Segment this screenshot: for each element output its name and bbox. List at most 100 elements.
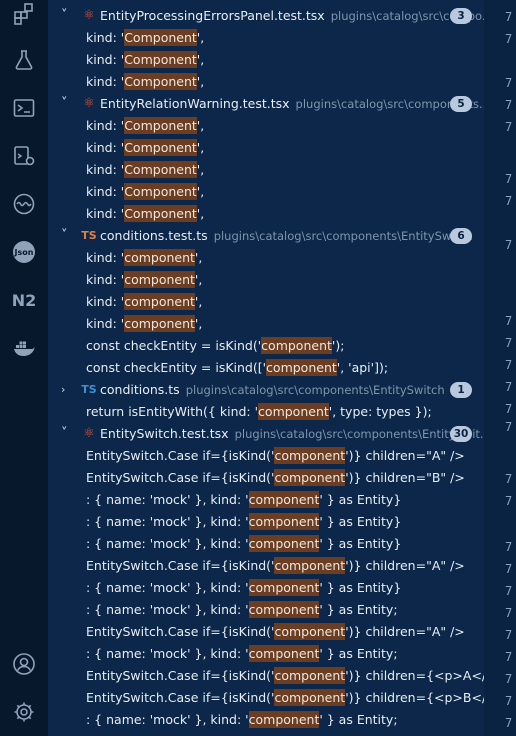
search-match-row[interactable]: kind: 'component', <box>48 247 484 269</box>
match-highlight: component <box>274 623 346 640</box>
match-highlight: Component <box>124 183 197 200</box>
search-match-row[interactable]: kind: 'component', <box>48 291 484 313</box>
search-match-row[interactable]: EntitySwitch.Case if={isKind('component'… <box>48 555 484 577</box>
n2-icon[interactable]: N2 <box>10 286 38 314</box>
remote-explorer-icon[interactable] <box>10 142 38 170</box>
search-match-row[interactable]: kind: 'Component', <box>48 27 484 49</box>
match-line: const checkEntity = isKind(['component',… <box>86 357 388 379</box>
terminal-icon[interactable] <box>10 94 38 122</box>
line-number: 7 <box>505 584 513 598</box>
react-file-icon: ⚛ <box>83 426 95 441</box>
file-name-text: EntityRelationWarning.test.tsx <box>100 96 290 111</box>
search-match-row[interactable]: : { name: 'mock' }, kind: 'component' } … <box>48 709 484 731</box>
line-number: 7 <box>505 562 513 576</box>
match-suffix: ' } as Entity} <box>319 580 402 595</box>
match-prefix: kind: ' <box>86 184 125 199</box>
search-match-row[interactable]: kind: 'Component', <box>48 203 484 225</box>
match-suffix: ', <box>196 118 205 133</box>
line-number: 7 <box>505 402 513 416</box>
chevron-down-icon[interactable]: ˅ <box>61 93 73 115</box>
match-suffix: ')} children="B" /> <box>345 470 465 485</box>
match-prefix: : { name: 'mock' }, kind: ' <box>86 712 249 727</box>
react-file-icon: ⚛ <box>83 96 95 111</box>
settings-gear-icon[interactable] <box>10 698 38 726</box>
line-number: 7 <box>505 194 513 208</box>
search-match-row[interactable]: : { name: 'mock' }, kind: 'component' } … <box>48 599 484 621</box>
search-match-row[interactable]: kind: 'Component', <box>48 181 484 203</box>
file-name-text: EntitySwitch.test.tsx <box>100 426 229 441</box>
match-prefix: kind: ' <box>86 52 125 67</box>
search-match-row[interactable]: EntitySwitch.Case if={isKind('component'… <box>48 687 484 709</box>
match-line: EntitySwitch.Case if={isKind('component'… <box>86 621 465 643</box>
match-line: : { name: 'mock' }, kind: 'component' } … <box>86 599 398 621</box>
search-match-row[interactable]: : { name: 'mock' }, kind: 'component' } … <box>48 643 484 665</box>
match-highlight: component <box>258 403 329 420</box>
line-number: 7 <box>505 98 513 112</box>
line-number: 7 <box>505 314 513 328</box>
search-file-row[interactable]: ˅ ⚛ EntitySwitch.test.tsx plugins\catalog\s… <box>48 423 484 445</box>
match-suffix: ', <box>196 206 205 221</box>
search-match-row[interactable]: const checkEntity = isKind('component'); <box>48 335 484 357</box>
search-match-row[interactable]: kind: 'Component', <box>48 71 484 93</box>
match-highlight: Component <box>124 73 197 90</box>
testing-flask-icon[interactable] <box>10 46 38 74</box>
search-file-row[interactable]: ˅ TS conditions.test.ts plugins\catalog\src… <box>48 225 484 247</box>
line-number: 7 <box>505 380 513 394</box>
match-highlight: Component <box>124 51 197 68</box>
match-prefix: EntitySwitch.Case if={isKind(' <box>86 448 275 463</box>
match-suffix: ' } as Entity; <box>319 602 398 617</box>
match-suffix: ' } as Entity; <box>319 646 398 661</box>
match-highlight: Component <box>124 117 197 134</box>
chevron-down-icon[interactable]: ˅ <box>61 423 73 445</box>
match-prefix: const checkEntity = isKind(' <box>86 338 262 353</box>
match-suffix: ', 'api']); <box>336 360 389 375</box>
extensions-icon[interactable] <box>10 0 38 28</box>
search-match-row[interactable]: : { name: 'mock' }, kind: 'component' } … <box>48 511 484 533</box>
search-match-row[interactable]: kind: 'Component', <box>48 49 484 71</box>
search-match-row[interactable]: : { name: 'mock' }, kind: 'component' } … <box>48 489 484 511</box>
match-prefix: : { name: 'mock' }, kind: ' <box>86 492 249 507</box>
search-match-row[interactable]: : { name: 'mock' }, kind: 'component' } … <box>48 577 484 599</box>
docker-icon[interactable] <box>10 334 38 362</box>
search-match-row[interactable]: EntitySwitch.Case if={isKind('component'… <box>48 467 484 489</box>
match-line: kind: 'Component', <box>86 115 204 137</box>
match-prefix: : { name: 'mock' }, kind: ' <box>86 646 249 661</box>
search-match-row[interactable]: EntitySwitch.Case if={isKind('component'… <box>48 445 484 467</box>
json-icon[interactable]: Json <box>10 238 38 266</box>
match-prefix: EntitySwitch.Case if={isKind(' <box>86 690 275 705</box>
match-suffix: ', <box>194 294 203 309</box>
search-match-row[interactable]: kind: 'Component', <box>48 159 484 181</box>
line-number: 7 <box>505 494 513 508</box>
match-highlight: component <box>124 315 195 332</box>
file-path: plugins\catalog\src\components\EntitySwi… <box>213 229 473 243</box>
search-match-row[interactable]: kind: 'Component', <box>48 115 484 137</box>
line-number: 7 <box>505 650 513 664</box>
search-file-row[interactable]: › TS conditions.ts plugins\catalog\src\comp… <box>48 379 484 401</box>
account-icon[interactable] <box>10 650 38 678</box>
chevron-down-icon[interactable]: ˅ <box>61 5 73 27</box>
search-file-row[interactable]: ˅ ⚛ EntityRelationWarning.test.tsx plugins\… <box>48 93 484 115</box>
match-line: const checkEntity = isKind('component'); <box>86 335 344 357</box>
match-prefix: kind: ' <box>86 140 125 155</box>
search-match-row[interactable]: kind: 'component', <box>48 313 484 335</box>
match-highlight: component <box>261 337 332 354</box>
line-number: 7 <box>505 606 513 620</box>
file-path: plugins\catalog\src\components\EntitySwi… <box>185 383 445 397</box>
search-match-row[interactable]: EntitySwitch.Case if={isKind('component'… <box>48 665 484 687</box>
search-match-row[interactable]: EntitySwitch.Case if={isKind('component'… <box>48 621 484 643</box>
search-match-row[interactable]: kind: 'Component', <box>48 137 484 159</box>
ports-wave-icon[interactable] <box>10 190 38 218</box>
search-match-row[interactable]: return isEntityWith({ kind: 'component',… <box>48 401 484 423</box>
search-match-row[interactable]: kind: 'component', <box>48 269 484 291</box>
match-suffix: ')} children={<p>B</p>} /> <box>345 690 484 705</box>
match-prefix: EntitySwitch.Case if={isKind(' <box>86 558 275 573</box>
search-file-row[interactable]: ˅ ⚛ EntityProcessingErrorsPanel.test.tsx pl… <box>48 5 484 27</box>
match-line: EntitySwitch.Case if={isKind('component'… <box>86 665 484 687</box>
search-match-row[interactable]: : { name: 'mock' }, kind: 'component' } … <box>48 533 484 555</box>
chevron-right-icon[interactable]: › <box>61 379 73 401</box>
match-suffix: ' } as Entity} <box>319 514 402 529</box>
search-match-row[interactable]: const checkEntity = isKind(['component',… <box>48 357 484 379</box>
chevron-down-icon[interactable]: ˅ <box>61 225 73 247</box>
match-line: kind: 'Component', <box>86 159 204 181</box>
file-name-text: conditions.ts <box>100 382 180 397</box>
